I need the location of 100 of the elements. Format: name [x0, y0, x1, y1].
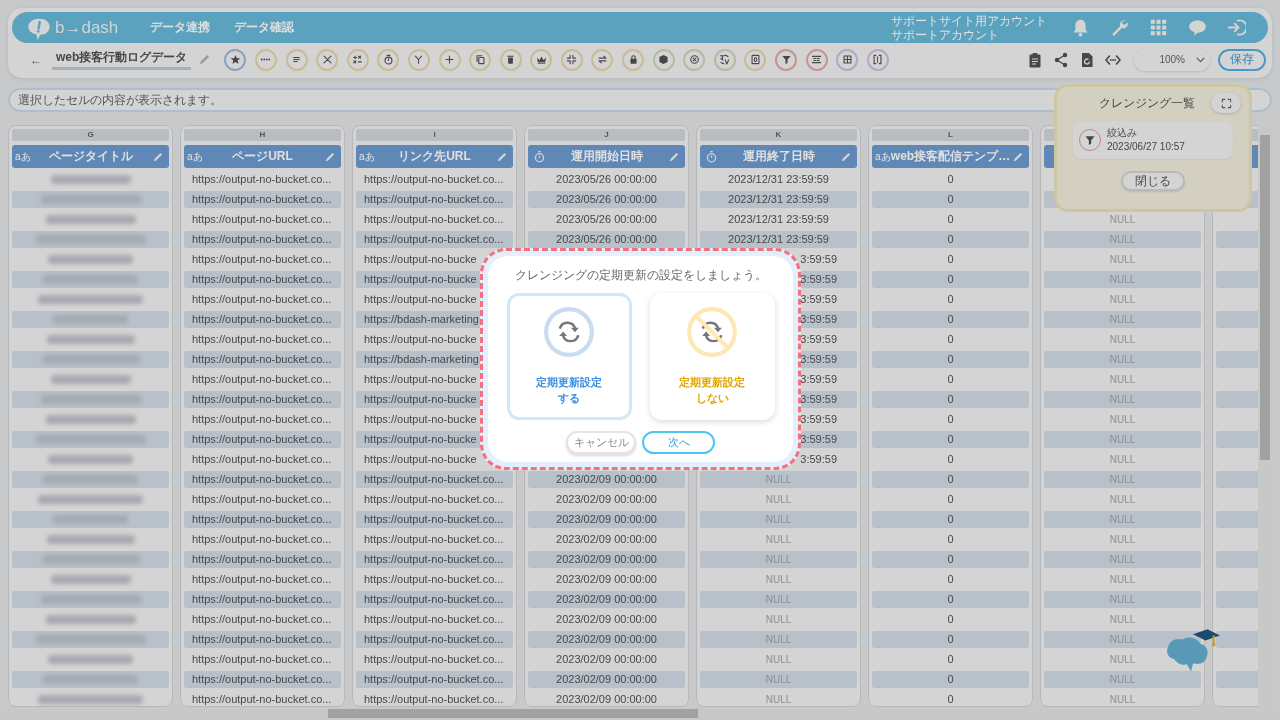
table-cell[interactable]: 0 [947, 333, 954, 345]
column-header[interactable]: 運用開始日時 [528, 145, 685, 168]
table-cell[interactable]: 2023/02/09 00:00:00 [556, 693, 657, 705]
table-cell[interactable]: 2023/12/31 23:59:59 [728, 213, 829, 225]
table-cell[interactable]: 0 [947, 173, 954, 185]
toolbar-button[interactable] [866, 48, 889, 71]
table-cell[interactable]: 0 [947, 353, 954, 365]
table-cell[interactable]: https://output-no-bucket.co... [364, 213, 504, 225]
zoom-select[interactable]: 100% [1134, 48, 1210, 71]
toolbar-button[interactable] [836, 48, 859, 71]
table-cell[interactable]: 2023/02/09 00:00:00 [556, 533, 657, 545]
table-cell[interactable]: https://output-no-bucke [364, 433, 477, 445]
table-cell[interactable]: 2023/02/09 00:00:00 [556, 653, 657, 665]
table-cell[interactable]: 0 [947, 553, 954, 565]
table-cell[interactable]: https://output-no-bucke [364, 333, 477, 345]
table-cell[interactable]: 0 [947, 393, 954, 405]
table-cell[interactable]: 3:59:59 [800, 333, 837, 345]
table-cell[interactable]: https://output-no-bucket.co... [192, 173, 332, 185]
table-cell[interactable]: https://output-no-bucket.co... [364, 233, 504, 245]
table-cell[interactable]: 2023/05/26 00:00:00 [556, 233, 657, 245]
toolbar-button[interactable] [438, 48, 461, 71]
table-cell[interactable]: https://output-no-bucket.co... [192, 493, 332, 505]
table-cell[interactable]: 0 [947, 633, 954, 645]
toolbar-button[interactable] [224, 48, 247, 71]
table-cell[interactable]: 0 [947, 453, 954, 465]
table-cell[interactable]: https://output-no-bucket.co... [192, 413, 332, 425]
table-cell[interactable]: https://output-no-bucke [364, 253, 477, 265]
table-cell[interactable]: https://output-no-bucket.co... [364, 693, 504, 705]
table-cell[interactable]: 0 [947, 253, 954, 265]
toolbar-button[interactable] [713, 48, 736, 71]
table-cell[interactable]: https://output-no-bucket.co... [364, 653, 504, 665]
table-cell[interactable]: https://output-no-bucket.co... [192, 233, 332, 245]
table-cell[interactable]: 0 [947, 513, 954, 525]
table-cell[interactable]: 0 [947, 433, 954, 445]
cancel-button[interactable]: キャンセル [566, 431, 636, 454]
toolbar-button[interactable] [622, 48, 645, 71]
table-cell[interactable]: 0 [947, 673, 954, 685]
toolbar-button[interactable] [407, 48, 430, 71]
save-button[interactable]: 保存 [1218, 48, 1266, 71]
close-button[interactable]: 閉じる [1121, 171, 1185, 191]
table-cell[interactable]: 0 [947, 413, 954, 425]
table-cell[interactable]: https://output-no-bucket.co... [364, 633, 504, 645]
table-cell[interactable]: https://output-no-bucke [364, 273, 477, 285]
table-cell[interactable]: https://output-no-bucke [364, 293, 477, 305]
table-cell[interactable]: https://output-no-bucket.co... [364, 513, 504, 525]
table-cell[interactable]: https://output-no-bucket.co... [192, 653, 332, 665]
table-cell[interactable]: https://output-no-bucke [364, 373, 477, 385]
table-cell[interactable]: 2023/12/31 23:59:59 [728, 193, 829, 205]
toolbar-button[interactable] [316, 48, 339, 71]
table-cell[interactable]: https://output-no-bucket.co... [364, 573, 504, 585]
table-cell[interactable]: https://output-no-bucket.co... [192, 693, 332, 705]
table-cell[interactable]: https://output-no-bucket.co... [364, 193, 504, 205]
table-cell[interactable]: 0 [947, 213, 954, 225]
table-cell[interactable]: https://output-no-bucket.co... [192, 253, 332, 265]
table-cell[interactable]: 3:59:59 [800, 293, 837, 305]
table-cell[interactable]: 0 [947, 573, 954, 585]
table-cell[interactable]: https://output-no-bucke [364, 453, 477, 465]
table-cell[interactable]: https://output-no-bucket.co... [364, 473, 504, 485]
table-cell[interactable]: 3:59:59 [800, 373, 837, 385]
table-cell[interactable]: 2023/02/09 00:00:00 [556, 473, 657, 485]
table-cell[interactable]: 2023/05/26 00:00:00 [556, 173, 657, 185]
table-cell[interactable]: 2023/02/09 00:00:00 [556, 493, 657, 505]
column-header[interactable]: aあ リンク先URL [356, 145, 513, 168]
table-cell[interactable]: 3:59:59 [800, 273, 837, 285]
table-cell[interactable]: https://output-no-bucket.co... [364, 173, 504, 185]
option-card[interactable]: 定期更新設定 する [506, 293, 632, 420]
sheet-title[interactable]: web接客行動ログデータ [52, 49, 192, 70]
column-header[interactable]: 運用終了日時 [700, 145, 857, 168]
table-cell[interactable]: 0 [947, 273, 954, 285]
toolbar-button[interactable] [775, 48, 798, 71]
table-cell[interactable]: https://output-no-bucket.co... [364, 553, 504, 565]
table-cell[interactable]: 3:59:59 [800, 313, 837, 325]
table-cell[interactable]: https://output-no-bucket.co... [192, 313, 332, 325]
table-cell[interactable]: 0 [947, 233, 954, 245]
table-cell[interactable]: https://output-no-bucket.co... [192, 473, 332, 485]
cleansing-item[interactable]: 絞込み 2023/06/27 10:57 [1073, 121, 1233, 159]
table-cell[interactable]: 2023/12/31 23:59:59 [728, 233, 829, 245]
table-cell[interactable]: 2023/05/26 00:00:00 [556, 193, 657, 205]
toolbar-button[interactable] [469, 48, 492, 71]
table-cell[interactable]: 0 [947, 193, 954, 205]
table-cell[interactable]: https://output-no-bucket.co... [364, 533, 504, 545]
table-cell[interactable]: https://output-no-bucket.co... [192, 593, 332, 605]
table-cell[interactable]: https://output-no-bucket.co... [192, 193, 332, 205]
table-cell[interactable]: 2023/02/09 00:00:00 [556, 633, 657, 645]
back-button[interactable]: ← [30, 52, 42, 67]
table-cell[interactable]: https://output-no-bucket.co... [364, 593, 504, 605]
table-cell[interactable]: 0 [947, 693, 954, 705]
table-cell[interactable]: https://output-no-bucket.co... [192, 333, 332, 345]
toolbar-button[interactable] [285, 48, 308, 71]
table-cell[interactable]: https://output-no-bucket.co... [192, 673, 332, 685]
table-cell[interactable]: 2023/12/31 23:59:59 [728, 173, 829, 185]
table-cell[interactable]: 3:59:59 [800, 253, 837, 265]
table-cell[interactable]: https://bdash-marketing [364, 313, 479, 325]
table-cell[interactable]: https://output-no-bucket.co... [364, 673, 504, 685]
table-cell[interactable]: 0 [947, 293, 954, 305]
column-header[interactable]: aあ ページURL [184, 145, 341, 168]
column-header[interactable]: aあ ページタイトル [12, 145, 169, 168]
table-cell[interactable]: https://output-no-bucket.co... [192, 273, 332, 285]
table-cell[interactable]: https://output-no-bucket.co... [192, 353, 332, 365]
table-cell[interactable]: 3:59:59 [800, 453, 837, 465]
